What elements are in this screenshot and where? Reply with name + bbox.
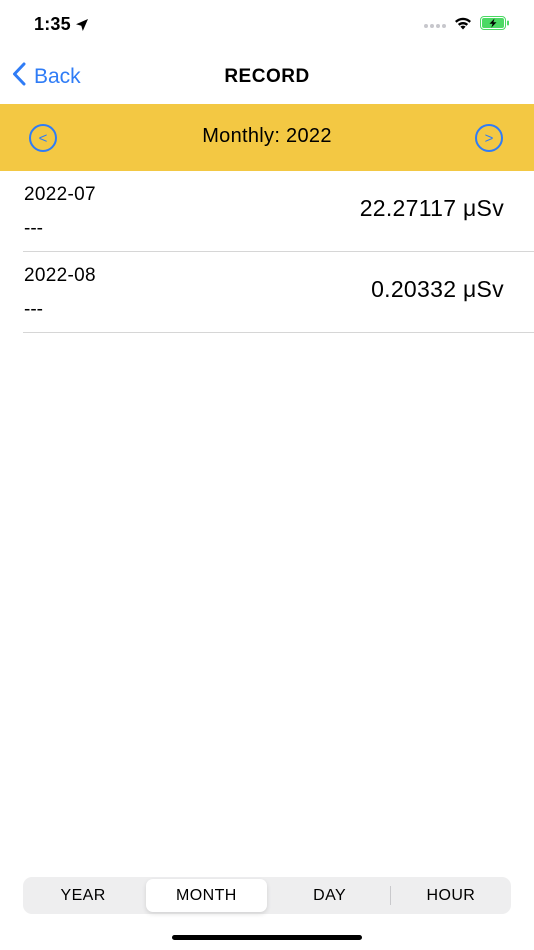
next-period-button[interactable]: > (475, 124, 503, 152)
period-title: Monthly: 2022 (202, 125, 332, 147)
page-title: RECORD (224, 66, 310, 87)
records-list: 2022-07 --- 22.27117 μSv 2022-08 --- 0.2… (0, 171, 534, 333)
record-dose-value: 0.20332 μSv (371, 276, 504, 302)
record-note: --- (24, 218, 43, 239)
segment-day[interactable]: DAY (270, 879, 390, 912)
navigation-bar: Back RECORD (0, 52, 534, 104)
record-date: 2022-08 (24, 265, 96, 286)
segment-year[interactable]: YEAR (23, 879, 143, 912)
record-dose-value: 22.27117 μSv (359, 195, 504, 221)
next-arrow-icon: > (484, 129, 494, 147)
home-indicator[interactable] (172, 935, 362, 940)
status-time-group: 1:35 (34, 14, 89, 35)
segment-hour[interactable]: HOUR (391, 879, 511, 912)
status-bar: 1:35 (0, 0, 534, 52)
list-item[interactable]: 2022-08 --- 0.20332 μSv (0, 252, 534, 333)
list-item[interactable]: 2022-07 --- 22.27117 μSv (0, 171, 534, 252)
location-arrow-icon (75, 18, 89, 32)
period-header: < Monthly: 2022 > (0, 104, 534, 171)
status-icons (424, 16, 510, 35)
segment-divider (143, 886, 144, 905)
segment-month[interactable]: MONTH (146, 879, 267, 912)
status-time: 1:35 (34, 14, 71, 34)
record-date: 2022-07 (24, 184, 96, 205)
wifi-icon (454, 16, 472, 35)
period-segmented-control: YEAR MONTH DAY HOUR (23, 877, 511, 914)
signal-icon (424, 23, 446, 28)
record-note: --- (24, 299, 43, 320)
battery-charging-icon (480, 16, 510, 35)
